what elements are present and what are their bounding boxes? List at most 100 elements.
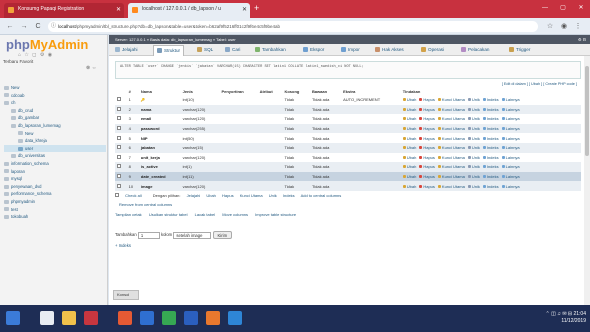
console-toggle[interactable]: Konsol [113, 290, 139, 300]
action-edit-link[interactable]: Ubah [402, 174, 416, 179]
file-explorer-icon[interactable] [62, 311, 76, 325]
tab-triggers[interactable]: Trigger [509, 46, 530, 54]
action-edit-link[interactable]: Ubah [402, 126, 416, 131]
row-checkbox-cell[interactable] [115, 142, 127, 153]
indexes-toggle[interactable]: + Indeks [115, 243, 131, 248]
breadcrumb-text[interactable]: Server: 127.0.0.1 » Basis data: db_lapso… [115, 37, 236, 42]
action-unique-link[interactable]: Unik [467, 97, 480, 102]
reload-button[interactable]: C [32, 21, 44, 32]
url-field[interactable]: ⓘ localhost/phpmyadmin/tbl_structure.php… [48, 21, 538, 32]
row-checkbox-cell[interactable] [115, 162, 127, 172]
action-edit-link[interactable]: Ubah [402, 97, 416, 102]
info-icon[interactable]: ⓘ [51, 21, 56, 32]
checkbox-icon[interactable] [117, 154, 121, 159]
checkbox-icon[interactable] [117, 116, 121, 121]
tree-item[interactable]: data_khreja [4, 137, 106, 145]
action-drop-link[interactable]: Hapus [419, 126, 435, 131]
sublime-icon[interactable] [206, 311, 220, 325]
action-primary-link[interactable]: Kunci Utama [437, 174, 465, 179]
chrome-icon[interactable] [162, 311, 176, 325]
browser-ie-icon[interactable] [40, 311, 54, 325]
row-checkbox-cell[interactable] [115, 152, 127, 163]
word-icon[interactable] [184, 311, 198, 325]
action-index-link[interactable]: Indeks [482, 164, 499, 169]
back-button[interactable]: ← [4, 21, 16, 32]
action-unique-link[interactable]: Unik [467, 155, 480, 160]
checkbox-icon[interactable] [117, 97, 121, 102]
action-edit-link[interactable]: Ubah [402, 184, 416, 189]
action-index-link[interactable]: Indeks [482, 155, 499, 160]
bulk-central-button[interactable]: Add to central columns [301, 193, 342, 198]
tab-structure[interactable]: Struktur [153, 45, 185, 56]
maximize-button[interactable]: ▢ [554, 0, 572, 18]
tree-item[interactable]: New [4, 84, 106, 92]
action-primary-link[interactable]: Kunci Utama [437, 97, 465, 102]
action-drop-link[interactable]: Hapus [419, 116, 435, 121]
minimize-button[interactable]: — [536, 0, 554, 18]
action-more-link[interactable]: Lainnya [501, 116, 520, 121]
clock-date[interactable]: 11/12/2019 [561, 318, 586, 324]
bulk-browse-button[interactable]: Jelajahi [187, 193, 201, 198]
add-columns-go-button[interactable]: Kirim [212, 231, 233, 239]
track-table-link[interactable]: Lacak tabel [195, 212, 215, 217]
tree-item[interactable]: tokobuah [4, 213, 106, 221]
bulk-drop-button[interactable]: Hapus [222, 193, 234, 198]
action-index-link[interactable]: Indeks [482, 174, 499, 179]
action-drop-link[interactable]: Hapus [419, 184, 435, 189]
action-primary-link[interactable]: Kunci Utama [437, 107, 465, 112]
action-drop-link[interactable]: Hapus [419, 145, 435, 150]
checkbox-icon[interactable] [117, 174, 121, 179]
tree-item[interactable]: db_gambar [4, 114, 106, 122]
tree-item[interactable]: phpmyadmin [4, 198, 106, 206]
action-index-link[interactable]: Indeks [482, 126, 499, 131]
tree-item[interactable]: information_schema [4, 160, 106, 168]
tab-export[interactable]: Ekspor [303, 46, 324, 54]
tree-item[interactable]: performance_schema [4, 190, 106, 198]
action-drop-link[interactable]: Hapus [419, 107, 435, 112]
row-checkbox-cell[interactable] [115, 181, 127, 191]
action-more-link[interactable]: Lainnya [501, 174, 520, 179]
checkbox-icon[interactable] [117, 106, 121, 111]
action-edit-link[interactable]: Ubah [402, 164, 416, 169]
recent-favorites[interactable]: Terbaru Favorit [3, 59, 33, 64]
action-unique-link[interactable]: Unik [467, 107, 480, 112]
main-scrollbar[interactable] [584, 56, 590, 305]
tab-insert[interactable]: Tambahkan [255, 46, 286, 54]
checkbox-icon[interactable] [117, 126, 121, 131]
bulk-index-button[interactable]: Indeks [283, 193, 295, 198]
action-edit-link[interactable]: Ubah [402, 145, 416, 150]
row-checkbox-cell[interactable] [115, 123, 127, 134]
tree-item[interactable]: laporan [4, 168, 106, 176]
scrollbar-thumb[interactable] [585, 66, 589, 156]
propose-structure-link[interactable]: Usulkan struktur tabel [149, 212, 188, 217]
tree-item[interactable]: db_crud [4, 107, 106, 115]
clock-time[interactable]: 21:04 [573, 311, 586, 317]
action-drop-link[interactable]: Hapus [419, 155, 435, 160]
new-tab-button[interactable]: + [254, 3, 259, 13]
action-more-link[interactable]: Lainnya [501, 126, 520, 131]
action-edit-link[interactable]: Ubah [402, 155, 416, 160]
move-columns-link[interactable]: Move columns [222, 212, 248, 217]
checkbox-icon[interactable] [117, 135, 121, 140]
close-tab-icon[interactable]: ✕ [116, 6, 121, 13]
tab-sql[interactable]: SQL [197, 46, 213, 54]
row-checkbox-cell[interactable] [115, 95, 127, 105]
action-unique-link[interactable]: Unik [467, 174, 480, 179]
column-count-input[interactable]: 1 [137, 231, 160, 239]
row-checkbox-cell[interactable] [115, 171, 127, 182]
menu-icon[interactable]: ⋮ [572, 21, 584, 32]
action-edit-link[interactable]: Ubah [402, 136, 416, 141]
action-primary-link[interactable]: Kunci Utama [437, 184, 465, 189]
action-more-link[interactable]: Lainnya [501, 184, 520, 189]
close-tab-icon[interactable]: ✕ [242, 6, 247, 13]
row-checkbox-cell[interactable] [115, 133, 127, 143]
tree-item[interactable]: penyewaan_dvd [4, 183, 106, 191]
action-unique-link[interactable]: Unik [467, 164, 480, 169]
action-primary-link[interactable]: Kunci Utama [437, 164, 465, 169]
tab-import[interactable]: Impor [341, 46, 360, 54]
action-drop-link[interactable]: Hapus [419, 97, 435, 102]
action-edit-link[interactable]: Ubah [402, 107, 416, 112]
row-checkbox-cell[interactable] [115, 104, 127, 115]
print-view-link[interactable]: Tampilan cetak [115, 212, 142, 217]
action-unique-link[interactable]: Unik [467, 126, 480, 131]
